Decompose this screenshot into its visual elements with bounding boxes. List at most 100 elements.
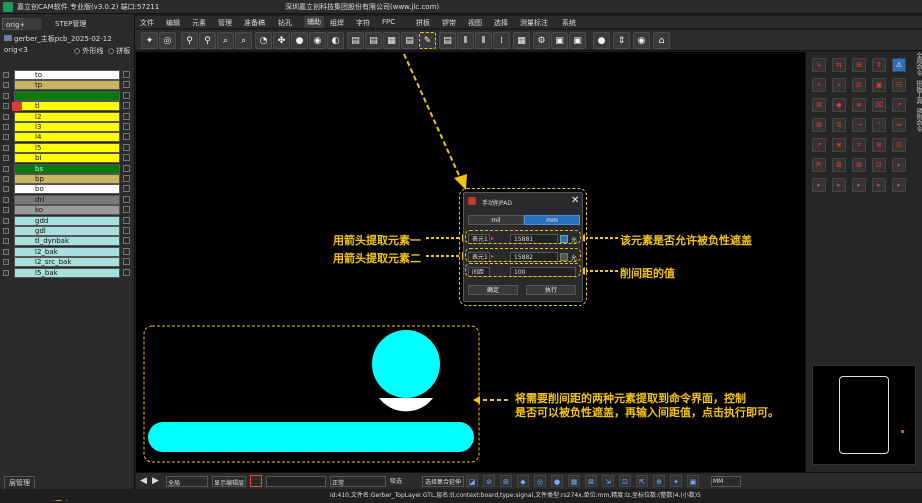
toolbar-icon-23[interactable]: ▣ [569, 32, 586, 49]
layer-row[interactable] [14, 90, 120, 101]
selection-extend-button[interactable]: 选择集合延伸 [422, 476, 465, 487]
layer-checkbox[interactable] [3, 228, 9, 234]
layer-visibility-icon[interactable] [123, 268, 130, 276]
menu-item-10[interactable]: 拼板 [416, 18, 430, 28]
layer-row[interactable]: bs [14, 163, 120, 174]
command-icon-1[interactable]: ⇆ [832, 58, 846, 72]
toolbar-icon-12[interactable]: ▤ [365, 32, 382, 49]
toolbar-icon-3[interactable]: ⚲ [199, 32, 216, 49]
layer-visibility-icon[interactable] [123, 164, 130, 172]
command-icon-12[interactable]: ⊗ [852, 98, 866, 112]
layer-row[interactable]: gdl [14, 226, 120, 236]
layer-row[interactable]: l5_bak [14, 267, 120, 278]
layer-checkbox[interactable] [3, 155, 9, 162]
command-icon-30[interactable]: ▸ [812, 178, 826, 192]
toolbar-icon-27[interactable]: ⌂ [653, 32, 670, 49]
layer-row[interactable]: l5 [14, 142, 120, 153]
command-icon-26[interactable]: ⊠ [832, 158, 846, 172]
toolbar-icon-4[interactable]: ⌕ [217, 32, 234, 49]
toolbar-icon-9[interactable]: ◉ [309, 32, 326, 49]
layer-checkbox[interactable] [3, 124, 9, 130]
command-icon-3[interactable]: ⇕ [872, 58, 886, 72]
layer-visibility-icon[interactable] [123, 185, 130, 193]
command-icon-34[interactable]: ▸ [892, 178, 906, 192]
round-pad[interactable] [372, 330, 440, 398]
layer-visibility-icon[interactable] [123, 237, 130, 245]
toolbar-icon-24[interactable]: ● [593, 32, 610, 49]
command-icon-9[interactable]: ☷ [892, 78, 906, 92]
menu-item-7[interactable]: 组焊 [330, 18, 344, 28]
layer-checkbox[interactable] [3, 248, 9, 255]
layer-row[interactable]: l2_bak [14, 246, 120, 257]
layer-visibility-icon[interactable] [123, 258, 130, 266]
layer-row[interactable]: l2_src_bak [14, 257, 120, 268]
toolbar-icon-25[interactable]: ⇕ [613, 32, 630, 49]
tab-blank[interactable] [24, 18, 42, 30]
unit-select[interactable]: MM [711, 476, 741, 487]
bottom-tool-icon-0[interactable]: ◪ [466, 475, 478, 487]
layer-checkbox[interactable] [3, 238, 9, 245]
menu-item-8[interactable]: 字符 [356, 18, 370, 28]
layer-visibility-icon[interactable] [123, 175, 130, 182]
toolbar-icon-0[interactable]: ✦ [141, 32, 158, 49]
display-layer-button[interactable]: 显示编辑层 [212, 476, 246, 487]
toolbar-icon-1[interactable]: ◎ [159, 32, 176, 49]
layer-visibility-icon[interactable] [123, 81, 130, 89]
layer-visibility-icon[interactable] [123, 112, 130, 120]
command-icon-19[interactable]: ⇔ [892, 118, 906, 132]
toolbar-icon-18[interactable]: ⦀ [475, 32, 492, 49]
toolbar-icon-14[interactable]: ▤ [401, 32, 418, 49]
menu-item-5[interactable]: 钻孔 [278, 18, 292, 28]
layer-visibility-icon[interactable] [123, 206, 130, 214]
toolbar-icon-19[interactable]: ⁞ [493, 32, 510, 49]
menu-item-11[interactable]: 锣带 [442, 18, 456, 28]
toolbar-icon-15[interactable]: ✎ [419, 32, 436, 49]
layer-row[interactable]: tl_dynbak [14, 236, 120, 247]
trace-bar[interactable] [148, 422, 474, 452]
layer-checkbox[interactable] [3, 217, 9, 224]
toolbar-icon-6[interactable]: ◔ [255, 32, 272, 49]
command-icon-7[interactable]: ⊟ [852, 78, 866, 92]
layer-checkbox[interactable] [3, 165, 9, 172]
command-icon-4[interactable]: ⚠ [892, 58, 906, 72]
command-icon-20[interactable]: ↗ [812, 138, 826, 152]
command-icon-6[interactable]: ⌖ [832, 78, 846, 92]
toolbar-icon-20[interactable]: ▦ [513, 32, 530, 49]
menu-item-6[interactable]: 辅助 [304, 16, 324, 28]
layer-checkbox[interactable] [3, 207, 9, 214]
outline-toggle[interactable]: ○ 外形线 [74, 46, 103, 56]
layer-row[interactable]: l2 [14, 111, 120, 122]
toolbar-icon-8[interactable]: ● [291, 32, 308, 49]
layer-manager-button[interactable]: 层管理 [4, 476, 35, 490]
command-icon-2[interactable]: ⊞ [852, 58, 866, 72]
command-icon-32[interactable]: ▸ [852, 178, 866, 192]
layer-checkbox[interactable] [3, 259, 9, 266]
command-icon-14[interactable]: ↗ [892, 98, 906, 112]
bottom-tool-icon-12[interactable]: ✦ [670, 475, 682, 487]
bottom-tool-icon-7[interactable]: ⊠ [585, 475, 597, 487]
command-icon-15[interactable]: ⊞ [812, 118, 826, 132]
minimap[interactable] [812, 365, 916, 465]
bottom-tool-icon-9[interactable]: ⊡ [619, 475, 631, 487]
layer-row[interactable]: ko [14, 205, 120, 216]
toolbar-icon-26[interactable]: ◉ [633, 32, 650, 49]
layer-visibility-icon[interactable] [123, 123, 130, 130]
layer-row[interactable]: bo [14, 184, 120, 195]
command-icon-27[interactable]: ⊞ [852, 158, 866, 172]
layer-row[interactable]: tp [14, 80, 120, 91]
menu-item-1[interactable]: 编辑 [166, 18, 180, 28]
bottom-tool-icon-8[interactable]: ⇲ [602, 475, 614, 487]
bottom-tool-icon-5[interactable]: ● [551, 475, 563, 487]
menu-item-13[interactable]: 选择 [494, 18, 508, 28]
command-icon-18[interactable]: ⌃ [872, 118, 886, 132]
command-icon-5[interactable]: ⌗ [812, 78, 826, 92]
command-icon-22[interactable]: ⌗ [852, 138, 866, 152]
step-name[interactable]: orig<3 [4, 46, 28, 54]
command-icon-24[interactable]: ⊡ [892, 138, 906, 152]
mode-select[interactable]: 正常 [330, 476, 386, 487]
layer-row[interactable]: l4 [14, 132, 120, 143]
layer-row[interactable]: drl [14, 194, 120, 205]
layer-row[interactable]: to [14, 70, 120, 80]
command-icon-13[interactable]: ⌧ [872, 98, 886, 112]
menu-item-0[interactable]: 文件 [140, 18, 154, 28]
